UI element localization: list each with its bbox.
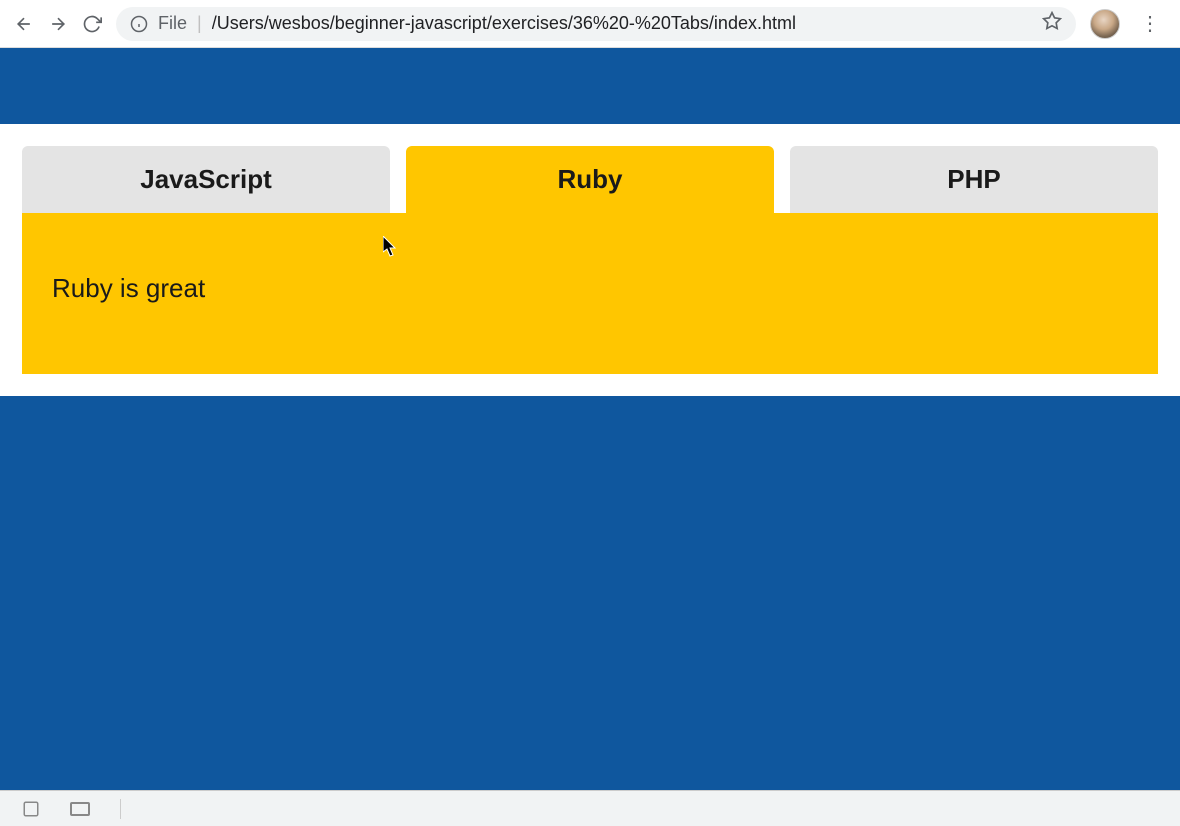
tab-javascript[interactable]: JavaScript (22, 146, 390, 213)
device-toggle-icon[interactable] (70, 802, 90, 816)
nav-buttons (14, 14, 102, 34)
kebab-menu-icon[interactable]: ⋮ (1134, 11, 1166, 36)
tabs-row: JavaScript Ruby PHP (22, 146, 1158, 213)
file-scheme-label: File (158, 13, 187, 34)
tab-panel: Ruby is great (22, 213, 1158, 374)
tabs-container: JavaScript Ruby PHP Ruby is great (0, 124, 1180, 396)
url-text: /Users/wesbos/beginner-javascript/exerci… (212, 13, 1032, 34)
page-background: JavaScript Ruby PHP Ruby is great (0, 48, 1180, 790)
address-divider: | (197, 13, 202, 34)
info-icon[interactable] (130, 15, 148, 33)
inspect-icon[interactable] (22, 800, 40, 818)
browser-toolbar: File | /Users/wesbos/beginner-javascript… (0, 0, 1180, 48)
tab-php[interactable]: PHP (790, 146, 1158, 213)
back-icon[interactable] (14, 14, 34, 34)
bookmark-star-icon[interactable] (1042, 11, 1062, 36)
devtools-bar (0, 790, 1180, 826)
avatar[interactable] (1090, 9, 1120, 39)
reload-icon[interactable] (82, 14, 102, 34)
tab-ruby[interactable]: Ruby (406, 146, 774, 213)
tab-panel-text: Ruby is great (52, 273, 1128, 304)
devtools-divider (120, 799, 121, 819)
forward-icon[interactable] (48, 14, 68, 34)
address-bar[interactable]: File | /Users/wesbos/beginner-javascript… (116, 7, 1076, 41)
